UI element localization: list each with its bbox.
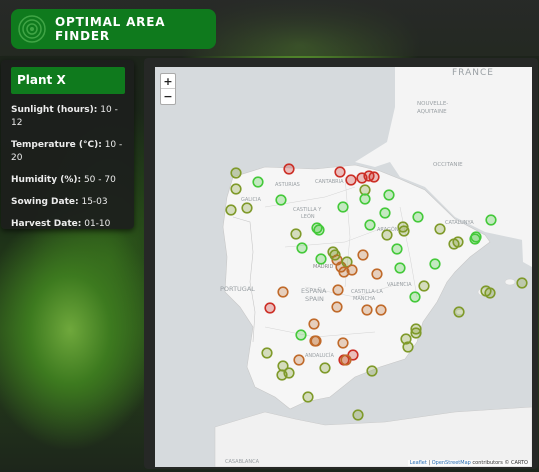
map-marker[interactable]	[241, 202, 253, 214]
map-marker[interactable]	[485, 214, 497, 226]
map-marker[interactable]	[453, 306, 465, 318]
zoom-out-button[interactable]: −	[161, 89, 175, 104]
map-marker[interactable]	[319, 362, 331, 374]
map-marker[interactable]	[334, 166, 346, 178]
map-marker[interactable]	[264, 302, 276, 314]
sowing-date-row: Sowing Date: 15-03	[11, 197, 108, 207]
map-marker[interactable]	[366, 365, 378, 377]
map-marker[interactable]	[337, 201, 349, 213]
map-marker[interactable]	[364, 219, 376, 231]
map-marker[interactable]	[290, 228, 302, 240]
map-marker[interactable]	[295, 329, 307, 341]
harvest-date-row: Harvest Date: 01-10	[11, 219, 111, 229]
plant-info-panel: Plant X Sunlight (hours): 10 - 12 Temper…	[1, 60, 134, 229]
zoom-control: + −	[160, 73, 176, 105]
map-marker[interactable]	[484, 287, 496, 299]
map-marker[interactable]	[429, 258, 441, 270]
map-marker[interactable]	[402, 341, 414, 353]
map-marker[interactable]	[418, 280, 430, 292]
map-marker[interactable]	[359, 193, 371, 205]
plant-name: Plant X	[11, 67, 125, 94]
map-marker[interactable]	[359, 184, 371, 196]
map-marker[interactable]	[470, 231, 482, 243]
map-attribution: Leaflet | OpenStreetMap contributors © C…	[407, 460, 530, 466]
map-marker[interactable]	[397, 221, 409, 233]
target-logo-icon	[17, 14, 47, 44]
map-marker[interactable]	[381, 229, 393, 241]
map-marker[interactable]	[337, 337, 349, 349]
map-marker[interactable]	[409, 291, 421, 303]
map-marker[interactable]	[315, 253, 327, 265]
app-brand[interactable]: OPTIMAL AREA FINDER	[11, 9, 216, 49]
map-marker[interactable]	[275, 194, 287, 206]
map-marker[interactable]	[352, 409, 364, 421]
map-marker[interactable]	[452, 236, 464, 248]
plant-info-list: Sunlight (hours): 10 - 12 Temperature (°…	[11, 104, 129, 240]
map-marker[interactable]	[331, 301, 343, 313]
map-marker[interactable]	[434, 223, 446, 235]
map-marker[interactable]	[375, 304, 387, 316]
osm-link[interactable]: OpenStreetMap	[432, 460, 471, 466]
map-marker[interactable]	[296, 242, 308, 254]
sunlight-row: Sunlight (hours): 10 - 12	[11, 105, 118, 128]
map-marker[interactable]	[329, 249, 341, 261]
map-marker[interactable]	[283, 163, 295, 175]
map-marker[interactable]	[252, 176, 264, 188]
map-marker[interactable]	[340, 354, 352, 366]
map-marker[interactable]	[361, 304, 373, 316]
map-marker[interactable]	[412, 211, 424, 223]
map-marker[interactable]	[379, 207, 391, 219]
map-marker[interactable]	[302, 391, 314, 403]
map-marker[interactable]	[357, 249, 369, 261]
app-title: OPTIMAL AREA FINDER	[55, 15, 166, 43]
map-marker[interactable]	[261, 347, 273, 359]
map-marker[interactable]	[338, 266, 350, 278]
map-marker[interactable]	[410, 327, 422, 339]
map-marker[interactable]	[225, 204, 237, 216]
temperature-row: Temperature (°C): 10 - 20	[11, 140, 123, 163]
map-marker[interactable]	[332, 284, 344, 296]
map-marker[interactable]	[516, 277, 528, 289]
zoom-in-button[interactable]: +	[161, 74, 175, 89]
map-marker[interactable]	[394, 262, 406, 274]
map-marker[interactable]	[276, 369, 288, 381]
map-marker[interactable]	[368, 171, 380, 183]
map-marker[interactable]	[230, 167, 242, 179]
map-marker[interactable]	[277, 286, 289, 298]
map-marker[interactable]	[391, 243, 403, 255]
map-marker[interactable]	[345, 174, 357, 186]
map-marker[interactable]	[371, 268, 383, 280]
humidity-row: Humidity (%): 50 - 70	[11, 175, 116, 185]
map-marker[interactable]	[230, 183, 242, 195]
map-marker[interactable]	[293, 354, 305, 366]
markers-layer	[225, 163, 528, 421]
map-marker[interactable]	[309, 335, 321, 347]
map[interactable]: FRANCE NOUVELLE- AQUITAINE OCCITANIE CAN…	[155, 67, 532, 467]
map-marker[interactable]	[308, 318, 320, 330]
map-marker[interactable]	[383, 189, 395, 201]
leaflet-link[interactable]: Leaflet	[410, 460, 427, 466]
map-marker[interactable]	[313, 224, 325, 236]
